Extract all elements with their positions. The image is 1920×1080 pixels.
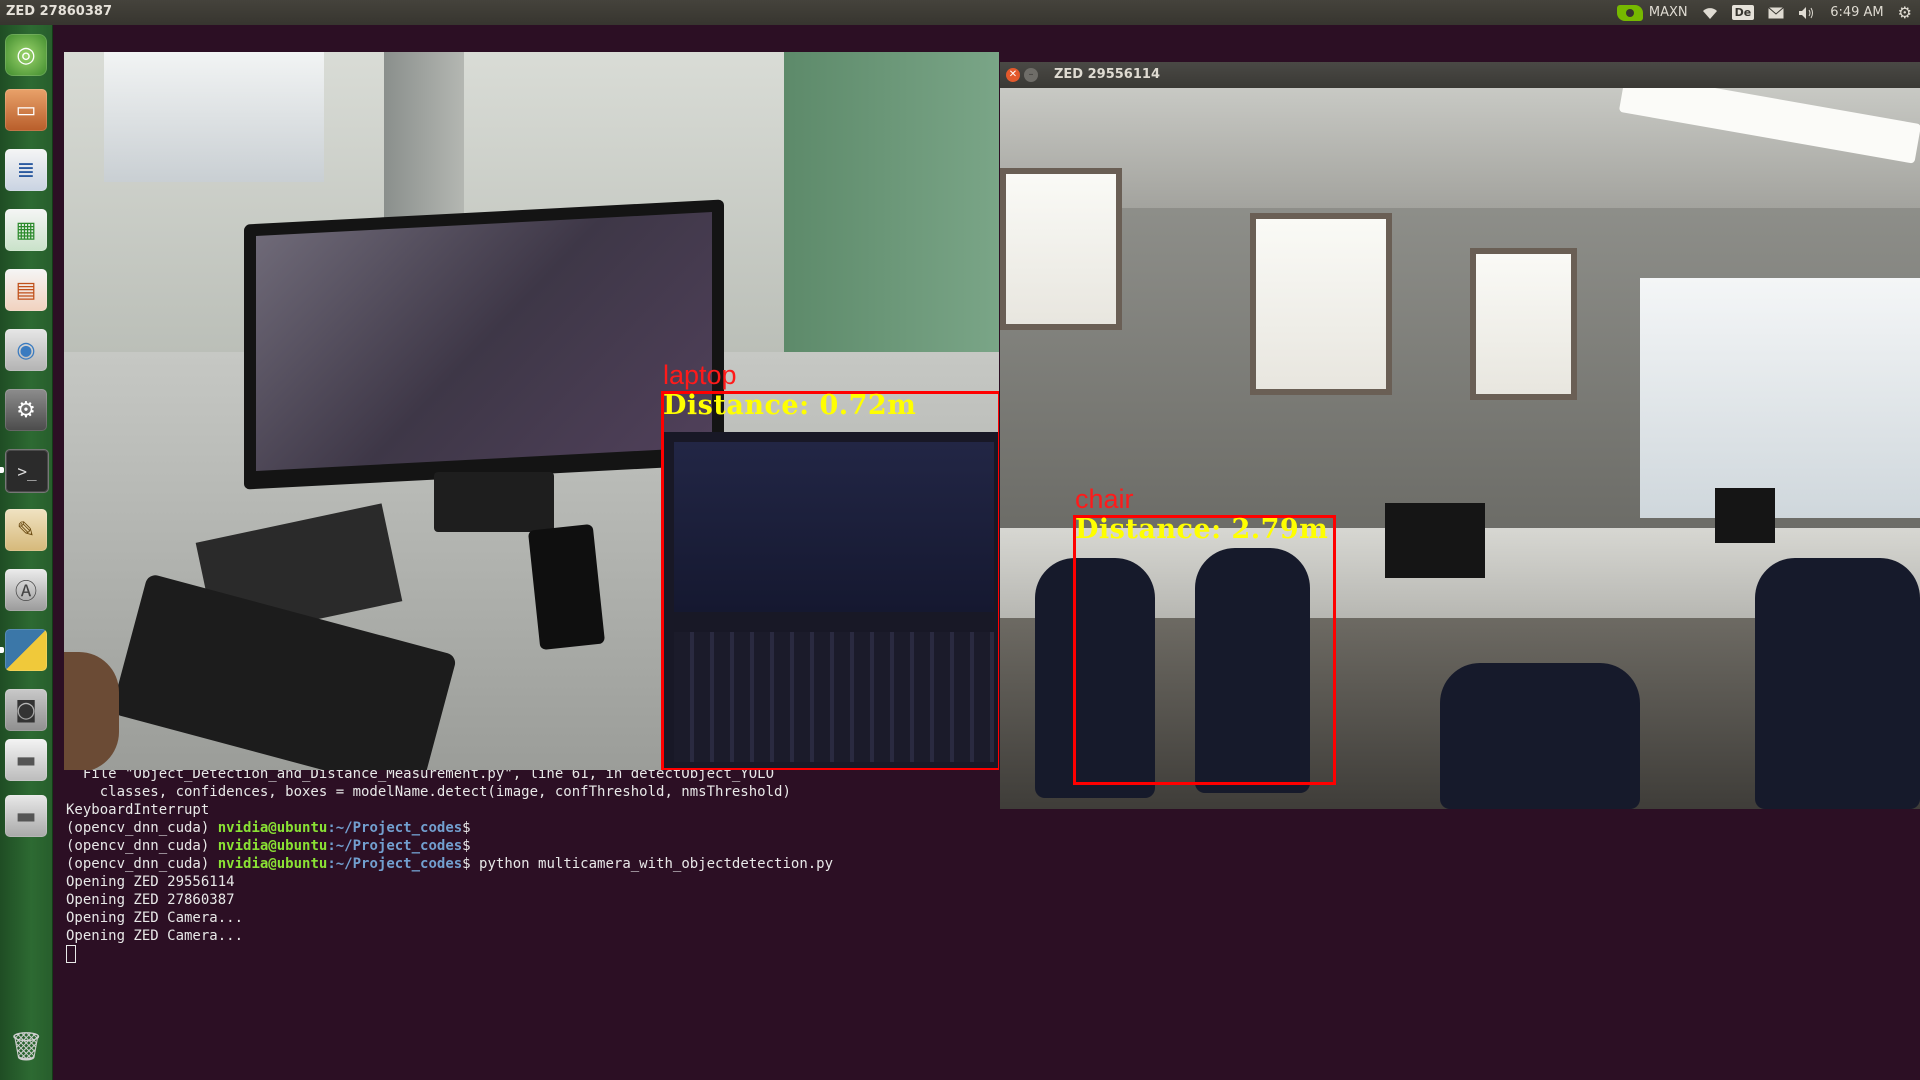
camera-feed-right[interactable]: chair Distance: 2.79m — [1000, 88, 1920, 809]
scene-poster — [1250, 213, 1392, 395]
terminal-command: python multicamera_with_objectdetection.… — [470, 856, 834, 872]
nvidia-icon — [1616, 4, 1643, 21]
terminal-prompt-line: (opencv_dnn_cuda) nvidia@ubuntu:~/Projec… — [66, 856, 834, 872]
scene-monitor-stand — [434, 472, 554, 532]
mail-icon[interactable] — [1768, 6, 1785, 19]
terminal-icon[interactable]: >_ — [5, 449, 49, 493]
window-titlebar[interactable]: ✕ – ZED 29556114 — [1000, 62, 1920, 88]
running-indicator — [0, 467, 4, 473]
camera-icon[interactable]: ◙ — [5, 689, 47, 731]
terminal-line: Opening ZED Camera... — [66, 928, 244, 944]
scene-monitor — [1715, 488, 1775, 543]
terminal-line: KeyboardInterrupt — [66, 802, 210, 818]
detection-distance-chair: Distance: 2.79m — [1075, 514, 1329, 545]
wifi-icon[interactable] — [1702, 6, 1718, 20]
detection-label-laptop: laptop — [663, 360, 737, 390]
terminal-line: Opening ZED 27860387 — [66, 892, 235, 908]
calc-icon[interactable]: ▦ — [5, 209, 47, 251]
settings-icon[interactable]: ⚙ — [5, 389, 47, 431]
camera-window-right[interactable]: ✕ – ZED 29556114 chair Distance: 2.79m — [1000, 62, 1920, 809]
scene-poster — [1000, 168, 1122, 330]
software-center-icon[interactable]: ◉ — [5, 329, 47, 371]
terminal-output[interactable]: File "Object_Detection_and_Distance_Meas… — [66, 765, 833, 964]
detection-box-laptop — [661, 391, 999, 770]
trash-icon[interactable]: 🗑 — [5, 1025, 47, 1067]
terminal-line: Opening ZED Camera... — [66, 910, 244, 926]
unity-launcher: ◎ ▭ ≣ ▦ ▤ ◉ ⚙ >_ ✎ Ⓐ ◙ ▬ ▬ 🗑 — [0, 25, 53, 1080]
keyboard-layout-icon[interactable]: De — [1731, 5, 1755, 20]
nvidia-power-indicator[interactable]: MAXN — [1616, 4, 1688, 21]
terminal-prompt-line: (opencv_dnn_cuda) nvidia@ubuntu:~/Projec… — [66, 820, 471, 836]
camera-feed-left[interactable]: laptop Distance: 0.72m — [64, 52, 999, 770]
scene-monitor — [244, 199, 724, 490]
detection-distance-laptop: Distance: 0.72m — [663, 390, 917, 421]
updater-icon[interactable]: Ⓐ — [5, 569, 47, 611]
text-editor-icon[interactable]: ✎ — [5, 509, 47, 551]
window-title: ZED 29556114 — [1054, 67, 1160, 82]
close-icon[interactable]: ✕ — [1006, 68, 1020, 82]
detection-label-chair: chair — [1075, 484, 1134, 514]
scene-poster — [1470, 248, 1577, 400]
detection-box-chair — [1073, 515, 1336, 785]
scene-green-wall — [784, 52, 999, 382]
writer-icon[interactable]: ≣ — [5, 149, 47, 191]
drive-icon[interactable]: ▬ — [5, 739, 47, 781]
impress-icon[interactable]: ▤ — [5, 269, 47, 311]
minimize-icon[interactable]: – — [1024, 68, 1038, 82]
scene-monitor — [1385, 503, 1485, 578]
terminal-prompt-line: (opencv_dnn_cuda) nvidia@ubuntu:~/Projec… — [66, 838, 471, 854]
scene-windows — [1640, 278, 1920, 518]
terminal-line: classes, confidences, boxes = modelName.… — [66, 784, 791, 800]
indicator-area: MAXN De 6:49 AM ⚙ — [1616, 0, 1912, 25]
python-icon[interactable] — [5, 629, 47, 671]
top-panel: ZED 27860387 MAXN De 6:49 AM ⚙ — [0, 0, 1920, 25]
gear-icon[interactable]: ⚙ — [1898, 3, 1912, 22]
scene-phone — [527, 523, 606, 651]
clock[interactable]: 6:49 AM — [1830, 5, 1883, 20]
scene-hand — [64, 652, 119, 770]
scene-chair — [1755, 558, 1920, 809]
running-indicator — [0, 647, 4, 653]
folder-icon[interactable]: ▭ — [5, 89, 47, 131]
drive-icon[interactable]: ▬ — [5, 795, 47, 837]
scene-chair — [1440, 663, 1640, 809]
terminal-cursor[interactable] — [66, 945, 76, 963]
ubuntu-icon[interactable]: ◎ — [5, 34, 47, 76]
power-mode-label: MAXN — [1648, 5, 1688, 20]
terminal-line: Opening ZED 29556114 — [66, 874, 235, 890]
active-window-title: ZED 27860387 — [6, 4, 112, 19]
scene-window — [104, 52, 324, 182]
volume-icon[interactable] — [1798, 6, 1816, 20]
